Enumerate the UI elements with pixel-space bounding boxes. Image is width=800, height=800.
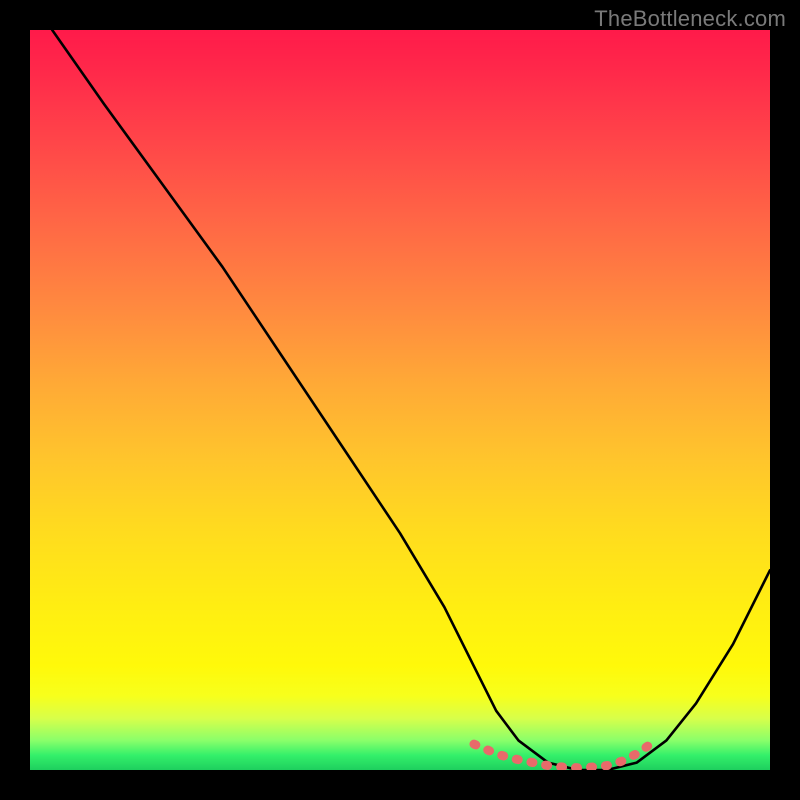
- plot-area: [30, 30, 770, 770]
- curve-layer: [30, 30, 770, 770]
- bottleneck-curve: [52, 30, 770, 770]
- optimal-band: [474, 743, 652, 767]
- watermark-text: TheBottleneck.com: [594, 6, 786, 32]
- chart-container: TheBottleneck.com: [0, 0, 800, 800]
